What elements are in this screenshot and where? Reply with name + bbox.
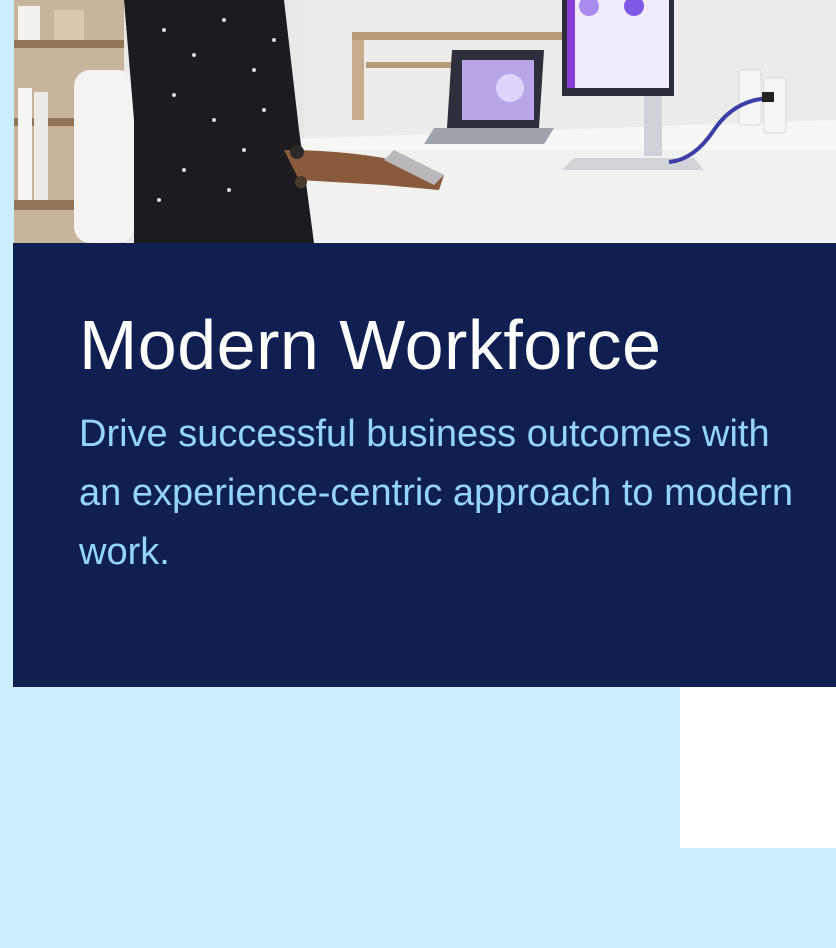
decorative-white-block bbox=[680, 687, 836, 848]
hero-image bbox=[14, 0, 836, 243]
office-worker-image bbox=[14, 0, 836, 243]
hero-subtitle: Drive successful business outcomes with … bbox=[79, 413, 793, 573]
hero-panel: Modern Workforce Drive successful busine… bbox=[13, 243, 836, 687]
hero-title: Modern Workforce bbox=[79, 306, 662, 384]
